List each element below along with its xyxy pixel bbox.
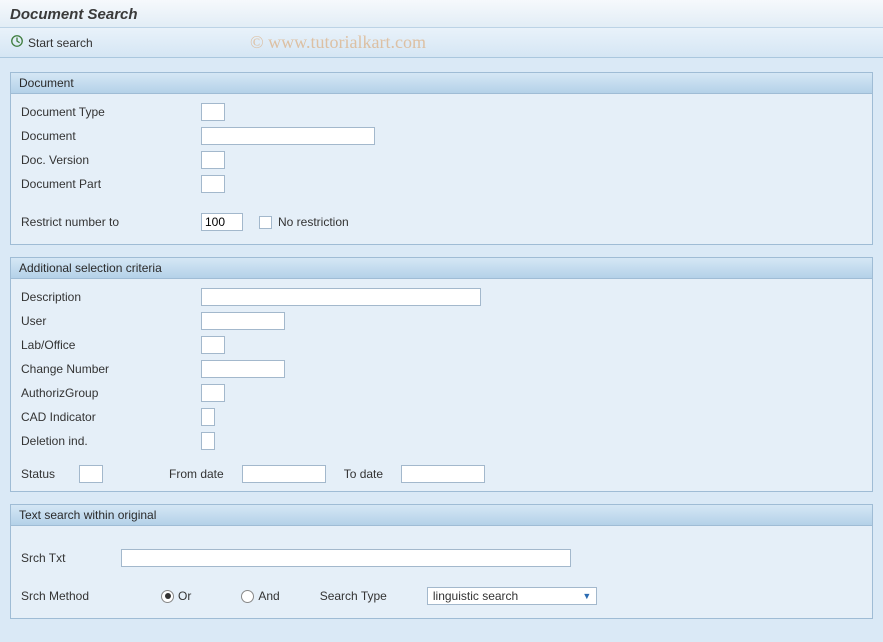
user-input[interactable] <box>201 312 285 330</box>
authgrp-label: AuthorizGroup <box>21 386 201 400</box>
group-document: Document Document Type Document Doc. Ver… <box>10 72 873 245</box>
srch-txt-input[interactable] <box>121 549 571 567</box>
cad-input[interactable] <box>201 408 215 426</box>
user-label: User <box>21 314 201 328</box>
doc-part-input[interactable] <box>201 175 225 193</box>
description-label: Description <box>21 290 201 304</box>
change-label: Change Number <box>21 362 201 376</box>
document-label: Document <box>21 129 201 143</box>
status-label: Status <box>21 467 61 481</box>
page-title: Document Search <box>10 6 873 23</box>
doc-version-label: Doc. Version <box>21 153 201 167</box>
radio-or-label: Or <box>178 589 191 603</box>
group-textsearch-header: Text search within original <box>11 505 872 526</box>
group-additional: Additional selection criteria Descriptio… <box>10 257 873 492</box>
content-area: Document Document Type Document Doc. Ver… <box>0 58 883 641</box>
status-input[interactable] <box>79 465 103 483</box>
no-restriction-label: No restriction <box>278 215 349 229</box>
change-input[interactable] <box>201 360 285 378</box>
group-textsearch: Text search within original Srch Txt Src… <box>10 504 873 619</box>
to-date-label: To date <box>344 467 383 481</box>
restrict-label: Restrict number to <box>21 215 201 229</box>
lab-label: Lab/Office <box>21 338 201 352</box>
from-date-input[interactable] <box>242 465 326 483</box>
radio-and[interactable]: And <box>241 589 279 603</box>
toolbar: Start search © www.tutorialkart.com <box>0 28 883 58</box>
from-date-label: From date <box>169 467 224 481</box>
doc-type-input[interactable] <box>201 103 225 121</box>
start-search-button[interactable]: Start search <box>10 34 93 51</box>
doc-version-input[interactable] <box>201 151 225 169</box>
search-type-label: Search Type <box>320 589 387 603</box>
search-type-value: linguistic search <box>433 589 518 603</box>
group-document-header: Document <box>11 73 872 94</box>
to-date-input[interactable] <box>401 465 485 483</box>
radio-or-dot <box>161 590 174 603</box>
srch-txt-label: Srch Txt <box>21 551 121 565</box>
delind-input[interactable] <box>201 432 215 450</box>
group-additional-header: Additional selection criteria <box>11 258 872 279</box>
no-restriction-checkbox[interactable] <box>259 216 272 229</box>
document-input[interactable] <box>201 127 375 145</box>
execute-icon <box>10 34 24 51</box>
radio-or[interactable]: Or <box>161 589 191 603</box>
description-input[interactable] <box>201 288 481 306</box>
search-type-select[interactable]: linguistic search ▼ <box>427 587 597 605</box>
doc-type-label: Document Type <box>21 105 201 119</box>
radio-and-label: And <box>258 589 279 603</box>
app-header: Document Search <box>0 0 883 28</box>
srch-method-label: Srch Method <box>21 589 121 603</box>
delind-label: Deletion ind. <box>21 434 201 448</box>
authgrp-input[interactable] <box>201 384 225 402</box>
cad-label: CAD Indicator <box>21 410 201 424</box>
doc-part-label: Document Part <box>21 177 201 191</box>
watermark: © www.tutorialkart.com <box>250 32 426 53</box>
radio-and-dot <box>241 590 254 603</box>
lab-input[interactable] <box>201 336 225 354</box>
start-search-label: Start search <box>28 36 93 50</box>
chevron-down-icon: ▼ <box>580 590 594 602</box>
restrict-input[interactable] <box>201 213 243 231</box>
